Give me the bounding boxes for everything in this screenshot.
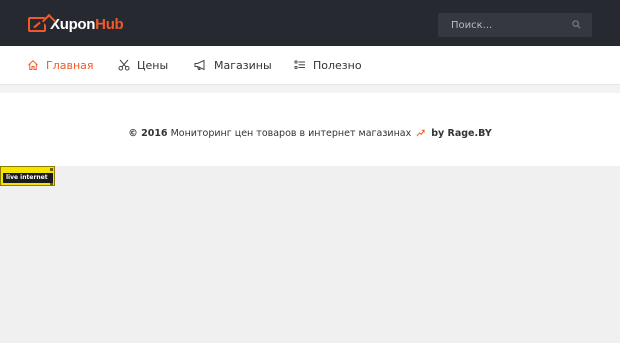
footer-text-line: © 2016 Мониторинг цен товаров в интернет… — [0, 128, 620, 139]
list-icon — [294, 60, 305, 69]
page-background — [0, 166, 620, 343]
nav-item-useful[interactable]: Полезно — [294, 46, 362, 84]
search-input[interactable] — [438, 13, 568, 37]
counter-label-box: live internet — [3, 173, 53, 183]
external-link-icon — [416, 129, 425, 137]
nav-label-shops: Магазины — [214, 58, 272, 72]
home-icon — [28, 60, 38, 70]
logo-coupon-icon — [28, 13, 57, 32]
footer-copyright: © 2016 — [128, 128, 168, 139]
search-box — [438, 13, 592, 37]
site-logo[interactable]: XuponHub — [28, 13, 124, 35]
nav-label-prices: Цены — [137, 58, 169, 72]
nav-item-home[interactable]: Главная — [27, 46, 94, 84]
search-icon[interactable] — [572, 20, 581, 29]
nav-label-useful: Полезно — [313, 58, 362, 72]
footer-author-link[interactable]: by Rage.BY — [431, 128, 491, 139]
top-header-bar: XuponHub — [0, 0, 620, 46]
site-footer: © 2016 Мониторинг цен товаров в интернет… — [0, 93, 620, 166]
main-navigation: Главная Цены Магазины Полезно — [0, 46, 620, 85]
megaphone-icon — [194, 59, 205, 71]
logo-text: XuponHub — [50, 15, 124, 33]
nav-label-home: Главная — [46, 58, 94, 72]
section-divider — [0, 85, 620, 93]
nav-item-shops[interactable]: Магазины — [194, 46, 272, 84]
counter-label: live internet — [6, 174, 48, 181]
liveinternet-counter-badge[interactable]: live internet — [0, 166, 55, 186]
scissors-icon — [118, 59, 130, 71]
footer-description: Мониторинг цен товаров в интернет магази… — [170, 128, 412, 139]
nav-item-prices[interactable]: Цены — [118, 46, 168, 84]
